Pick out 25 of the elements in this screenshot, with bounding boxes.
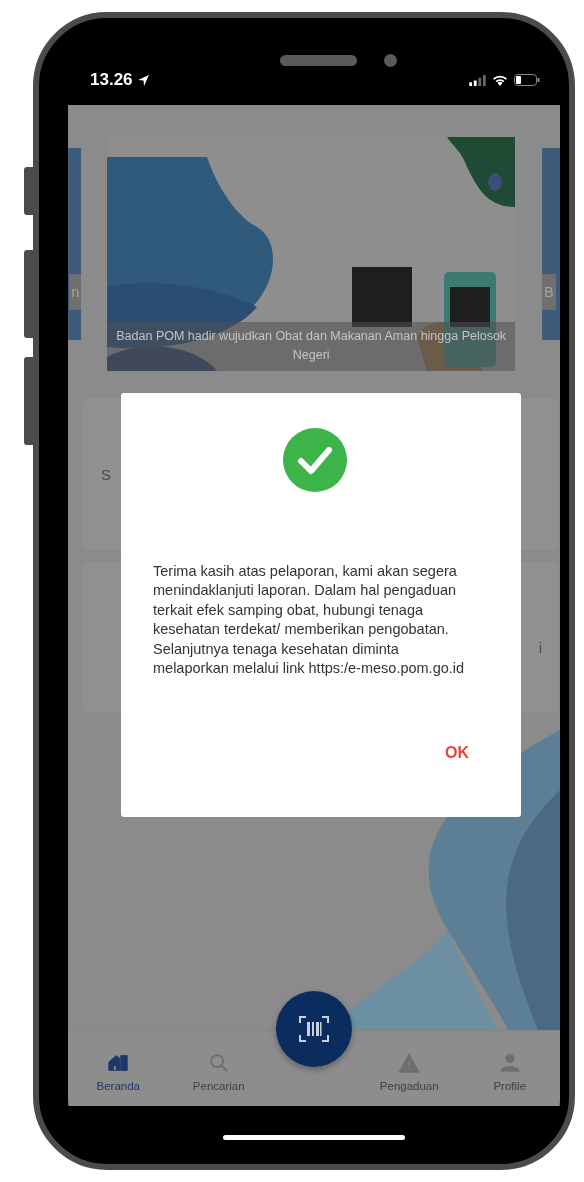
check-icon: [283, 428, 347, 492]
dialog-message: Terima kasih atas pelaporan, kami akan segera menindaklanjuti laporan. Dalam hal pengaduan terkait efek samping obat, hubungi tenaga kesehatan terdekat/ memberikan pengobatan. Selanjutnya tenaga kesehatan diminta melaporkan melalui link https:/e-meso.pom.go.id: [153, 562, 466, 679]
ok-button[interactable]: OK: [437, 738, 477, 769]
scan-button[interactable]: [276, 991, 352, 1067]
slide-caption: B: [542, 274, 556, 310]
search-icon: [207, 1051, 230, 1074]
carousel-slide[interactable]: B: [542, 148, 560, 340]
person-icon: [498, 1051, 521, 1074]
slide-caption: n: [69, 274, 82, 310]
tab[interactable]: Pencarian: [168, 1031, 269, 1106]
wifi-icon: [492, 74, 508, 86]
location-arrow-icon: [136, 73, 150, 87]
tab[interactable]: Pengaduan: [359, 1031, 460, 1106]
status-time: 13.26: [90, 70, 133, 90]
battery-icon: [514, 74, 540, 86]
warning-icon: [397, 1051, 422, 1074]
camera-dot: [384, 54, 397, 67]
barcode-scan-icon: [299, 1016, 329, 1042]
carousel-slide[interactable]: n: [68, 148, 82, 340]
tab[interactable]: Profile: [459, 1031, 560, 1106]
tab[interactable]: Beranda: [68, 1031, 169, 1106]
card-text: i: [538, 639, 542, 656]
banner-caption: Badan POM hadir wujudkan Obat dan Makanan Aman hingga Pelosok Negeri: [107, 322, 516, 371]
signal-icon: [469, 74, 486, 86]
card-text: S: [101, 465, 111, 483]
